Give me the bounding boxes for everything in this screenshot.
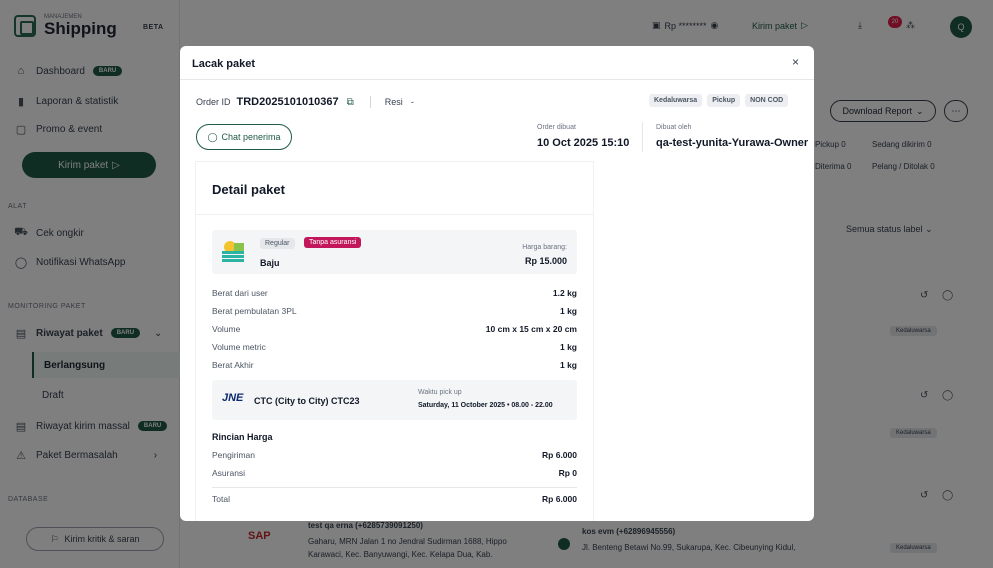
copy-icon[interactable]: ⧉ bbox=[347, 97, 354, 108]
price-row-value: Rp 0 bbox=[558, 468, 577, 478]
spec-row: Volume metric 1 kg bbox=[212, 342, 577, 352]
spec-value: 1.2 kg bbox=[552, 288, 577, 298]
insurance-badge: Tanpa asuransi bbox=[304, 237, 362, 248]
order-info: Order ID TRD2025101010367 ⧉ Resi - bbox=[196, 96, 414, 108]
item-row: Regular Tanpa asuransi Baju Harga barang… bbox=[212, 230, 577, 274]
status-badge: Kedaluwarsa bbox=[649, 94, 703, 107]
spec-label: Berat Akhir bbox=[212, 360, 254, 370]
spec-value: 1 kg bbox=[559, 342, 577, 352]
order-created: Order dibuat 10 Oct 2025 15:10 bbox=[537, 124, 629, 149]
price-row: Asuransi Rp 0 bbox=[212, 468, 577, 478]
resi-label: Resi bbox=[384, 97, 403, 107]
courier-service: CTC (City to City) CTC23 bbox=[254, 396, 360, 406]
price-row-label: Asuransi bbox=[212, 468, 246, 478]
spec-row: Berat Akhir 1 kg bbox=[212, 360, 577, 370]
spec-value: 1 kg bbox=[559, 360, 577, 370]
spec-label: Berat dari user bbox=[212, 288, 268, 298]
status-badge: NON COD bbox=[745, 94, 789, 107]
modal-title: Lacak paket bbox=[192, 58, 255, 70]
order-created-label: Order dibuat bbox=[537, 124, 576, 131]
detail-paket-card: Detail paket Regular Tanpa asuransi Baju… bbox=[196, 162, 593, 521]
divider bbox=[196, 214, 593, 215]
pickup-value: Saturday, 11 October 2025 • 08.00 - 22.0… bbox=[418, 402, 553, 409]
price-breakdown-title: Rincian Harga bbox=[212, 432, 273, 442]
created-by: Dibuat oleh qa-test-yunita-Yurawa-Owner bbox=[656, 124, 808, 149]
track-package-modal: Lacak paket × Order ID TRD2025101010367 … bbox=[180, 46, 814, 521]
total-row: Total Rp 6.000 bbox=[212, 494, 577, 504]
price-label: Harga barang: bbox=[522, 244, 567, 251]
order-id-value: TRD2025101010367 bbox=[236, 96, 339, 108]
chat-penerima-button[interactable]: ◯ Chat penerima bbox=[196, 124, 292, 150]
created-by-label: Dibuat oleh bbox=[656, 124, 692, 131]
spec-value: 10 cm x 15 cm x 20 cm bbox=[485, 324, 577, 334]
whatsapp-icon: ◯ bbox=[207, 131, 218, 142]
resi-value: - bbox=[410, 97, 414, 107]
item-name: Baju bbox=[260, 258, 280, 268]
item-image-icon bbox=[220, 238, 246, 264]
courier-logo-jne: JNE bbox=[222, 392, 244, 404]
price-row-label: Pengiriman bbox=[212, 450, 255, 460]
total-label: Total bbox=[212, 494, 230, 504]
pickup-label: Waktu pick up bbox=[418, 389, 462, 396]
divider bbox=[212, 487, 577, 488]
spec-row: Berat dari user 1.2 kg bbox=[212, 288, 577, 298]
price-value: Rp 15.000 bbox=[524, 256, 567, 266]
service-badge: Regular bbox=[260, 238, 295, 249]
chat-penerima-label: Chat penerima bbox=[221, 132, 281, 142]
detail-title: Detail paket bbox=[212, 182, 285, 197]
modal-header: Lacak paket × bbox=[180, 46, 814, 80]
spec-row: Berat pembulatan 3PL 1 kg bbox=[212, 306, 577, 316]
spec-value: 1 kg bbox=[559, 306, 577, 316]
price-row-value: Rp 6.000 bbox=[542, 450, 577, 460]
order-created-value: 10 Oct 2025 15:10 bbox=[537, 137, 630, 149]
spec-row: Volume 10 cm x 15 cm x 20 cm bbox=[212, 324, 577, 334]
status-badge: Pickup bbox=[707, 94, 741, 107]
spec-label: Volume bbox=[212, 324, 241, 334]
spec-label: Volume metric bbox=[212, 342, 266, 352]
spec-label: Berat pembulatan 3PL bbox=[212, 306, 297, 316]
divider bbox=[642, 122, 643, 152]
order-id-label: Order ID bbox=[196, 97, 231, 107]
divider bbox=[369, 96, 371, 108]
price-row: Pengiriman Rp 6.000 bbox=[212, 450, 577, 460]
courier-row: JNE CTC (City to City) CTC23 Waktu pick … bbox=[212, 380, 577, 420]
status-tags: Kedaluwarsa Pickup NON COD bbox=[649, 94, 789, 107]
created-by-value: qa-test-yunita-Yurawa-Owner bbox=[656, 137, 809, 149]
total-value: Rp 6.000 bbox=[542, 494, 577, 504]
close-icon[interactable]: × bbox=[792, 55, 799, 69]
